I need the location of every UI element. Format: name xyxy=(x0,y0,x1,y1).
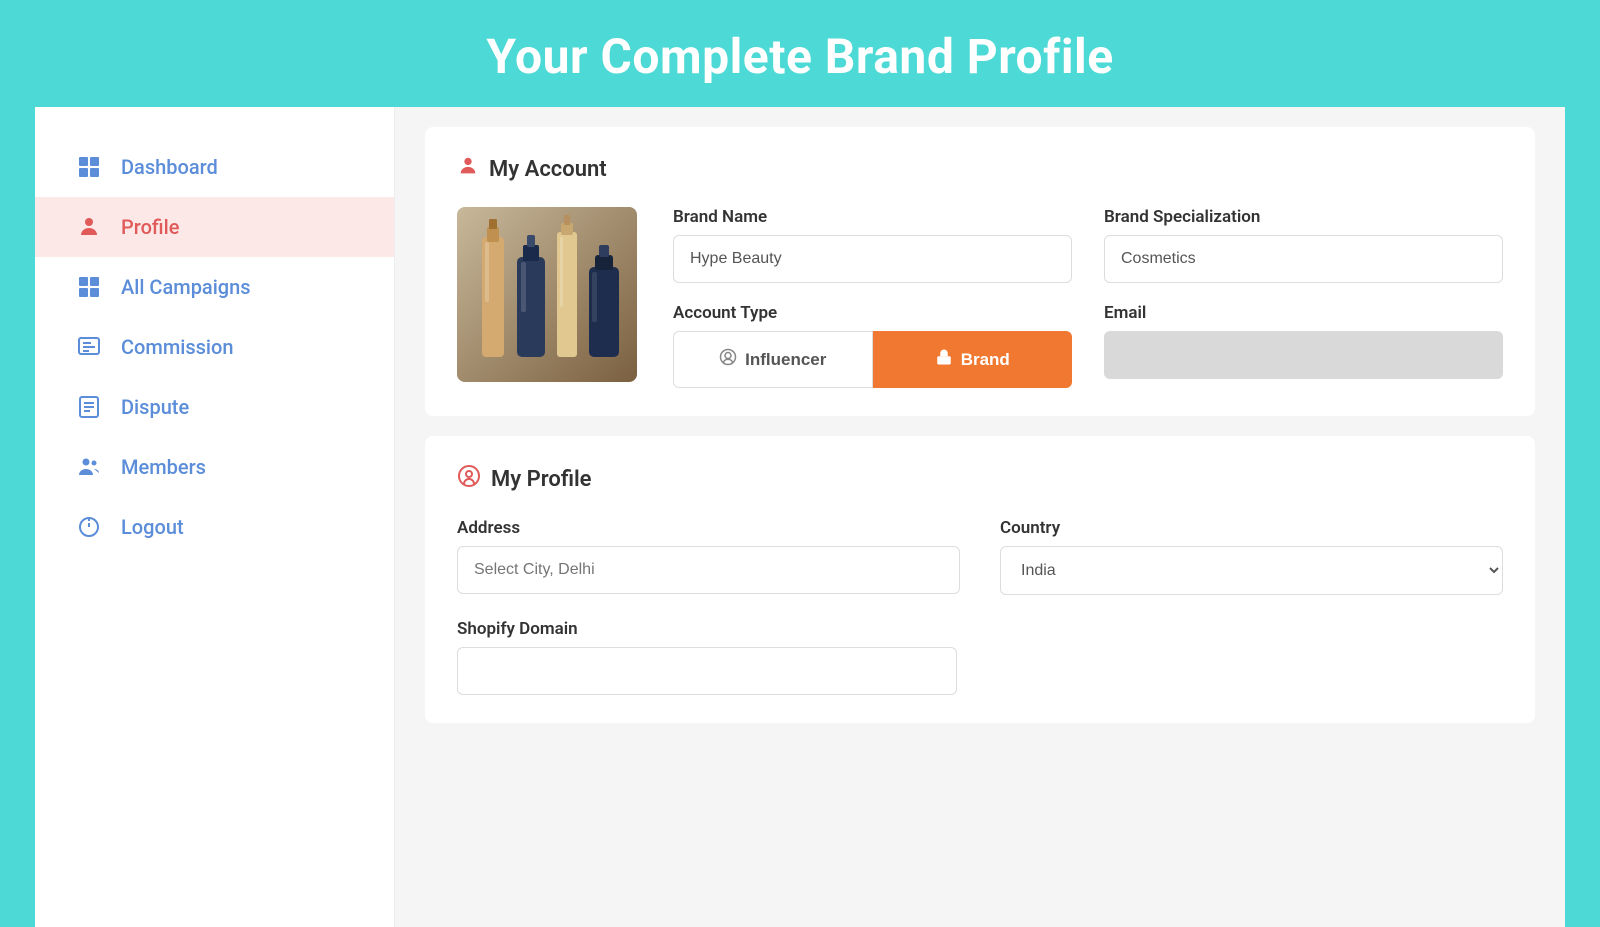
influencer-icon xyxy=(719,348,737,371)
sidebar-item-campaigns[interactable]: All Campaigns xyxy=(35,257,394,317)
sidebar-item-logout[interactable]: Logout xyxy=(35,497,394,557)
members-icon xyxy=(75,453,103,481)
brand-name-group: Brand Name xyxy=(673,207,1072,283)
account-icon xyxy=(457,155,479,183)
logout-icon xyxy=(75,513,103,541)
influencer-btn-label: Influencer xyxy=(745,350,826,370)
page-title: Your Complete Brand Profile xyxy=(0,0,1600,107)
brand-button[interactable]: Brand xyxy=(873,331,1073,388)
address-group: Address xyxy=(457,518,960,595)
main-container: Dashboard Profile All Campaigns xyxy=(35,107,1565,927)
campaigns-icon xyxy=(75,273,103,301)
dispute-icon xyxy=(75,393,103,421)
sidebar-label-profile: Profile xyxy=(121,215,179,239)
my-profile-title: My Profile xyxy=(457,464,1503,494)
sidebar-item-dashboard[interactable]: Dashboard xyxy=(35,137,394,197)
brand-name-label: Brand Name xyxy=(673,207,1072,227)
profile-grid: Address Country India USA UK Canada Aust… xyxy=(457,518,1503,695)
sidebar-label-dispute: Dispute xyxy=(121,395,189,419)
content-area: My Account xyxy=(395,107,1565,927)
my-account-title: My Account xyxy=(457,155,1503,183)
my-profile-card: My Profile Address Country India USA UK … xyxy=(425,436,1535,723)
brand-specialization-group: Brand Specialization xyxy=(1104,207,1503,283)
sidebar: Dashboard Profile All Campaigns xyxy=(35,107,395,927)
profile-icon xyxy=(75,213,103,241)
brand-specialization-input[interactable] xyxy=(1104,235,1503,283)
account-fields: Brand Name Brand Specialization Account … xyxy=(673,207,1503,388)
country-select[interactable]: India USA UK Canada Australia xyxy=(1000,546,1503,595)
email-input[interactable] xyxy=(1104,331,1503,379)
sidebar-item-dispute[interactable]: Dispute xyxy=(35,377,394,437)
sidebar-item-profile[interactable]: Profile xyxy=(35,197,394,257)
shopify-domain-input[interactable] xyxy=(457,647,957,695)
my-account-card: My Account xyxy=(425,127,1535,416)
sidebar-label-campaigns: All Campaigns xyxy=(121,275,251,299)
shopify-domain-label: Shopify Domain xyxy=(457,619,1503,639)
address-label: Address xyxy=(457,518,960,538)
account-grid: Brand Name Brand Specialization Account … xyxy=(457,207,1503,388)
profile-section-icon xyxy=(457,464,481,494)
country-group: Country India USA UK Canada Australia xyxy=(1000,518,1503,595)
sidebar-label-dashboard: Dashboard xyxy=(121,155,218,179)
shopify-group: Shopify Domain xyxy=(457,619,1503,695)
country-label: Country xyxy=(1000,518,1503,538)
account-type-buttons: Influencer Brand xyxy=(673,331,1072,388)
brand-name-input[interactable] xyxy=(673,235,1072,283)
email-group: Email xyxy=(1104,303,1503,388)
sidebar-item-members[interactable]: Members xyxy=(35,437,394,497)
influencer-button[interactable]: Influencer xyxy=(673,331,873,388)
brand-specialization-label: Brand Specialization xyxy=(1104,207,1503,227)
account-type-group: Account Type Influenc xyxy=(673,303,1072,388)
email-label: Email xyxy=(1104,303,1503,323)
account-type-label: Account Type xyxy=(673,303,1072,323)
brand-icon xyxy=(935,348,953,371)
sidebar-label-members: Members xyxy=(121,455,206,479)
commission-icon xyxy=(75,333,103,361)
brand-btn-label: Brand xyxy=(961,350,1010,370)
dashboard-icon xyxy=(75,153,103,181)
sidebar-label-logout: Logout xyxy=(121,515,184,539)
sidebar-item-commission[interactable]: Commission xyxy=(35,317,394,377)
sidebar-label-commission: Commission xyxy=(121,335,234,359)
profile-image xyxy=(457,207,637,382)
address-input[interactable] xyxy=(457,546,960,594)
